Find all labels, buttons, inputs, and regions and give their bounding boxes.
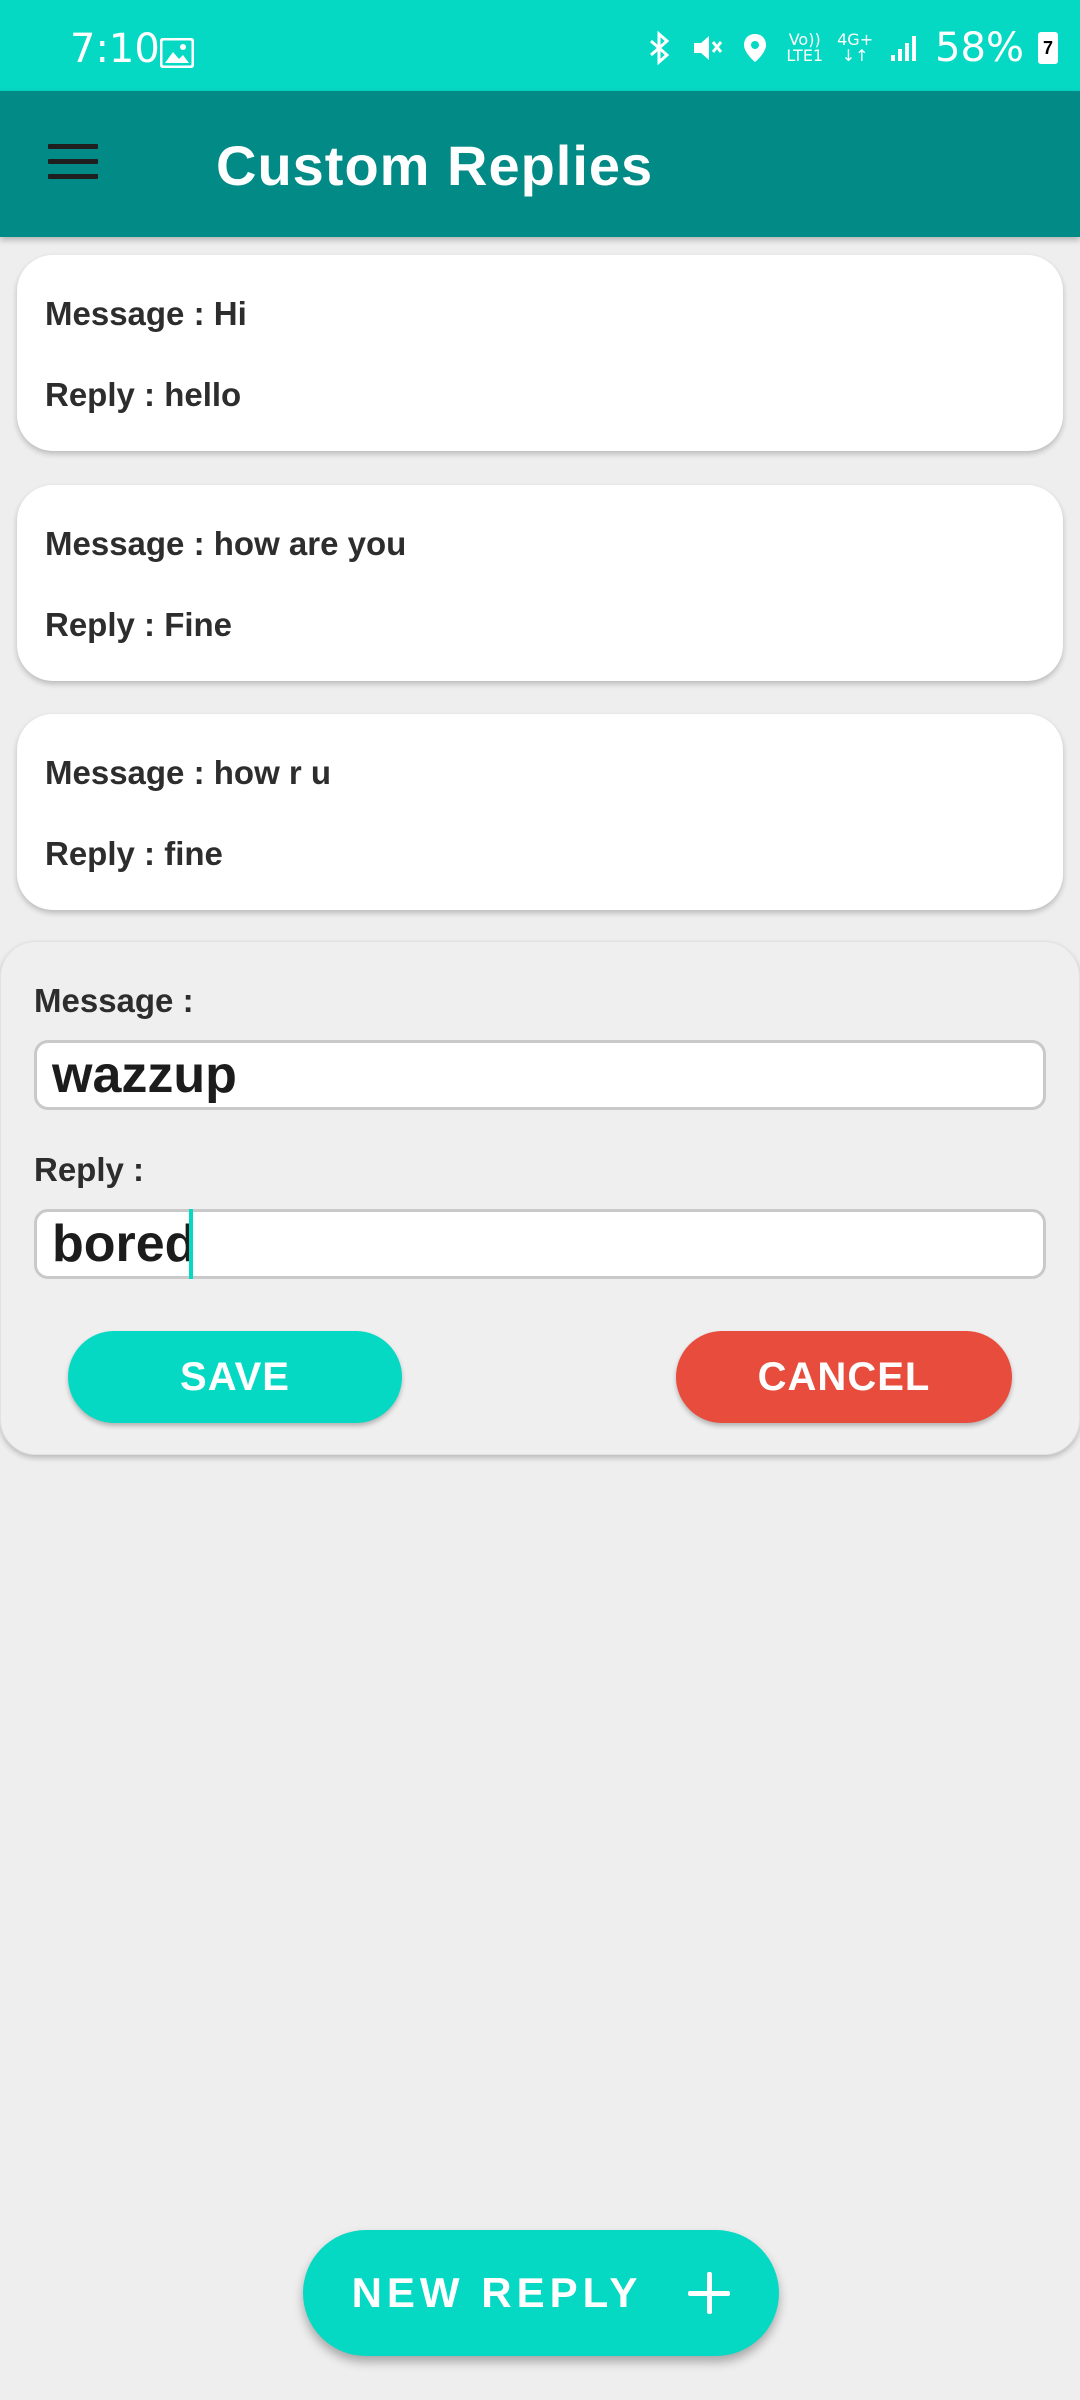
- battery-percent: 58%: [935, 25, 1024, 71]
- card-message-line: Message : Hi: [45, 295, 247, 333]
- plus-icon: [688, 2272, 731, 2314]
- card-message-text: Hi: [213, 295, 247, 332]
- card-message-text: how are you: [213, 525, 407, 562]
- status-time: 7:10: [70, 26, 160, 72]
- mute-icon: [694, 36, 723, 60]
- bluetooth-icon: [650, 31, 670, 65]
- card-reply-line: Reply : fine: [45, 835, 223, 873]
- network-type: 4G+ ↓↑: [837, 30, 874, 65]
- card-message-label: Message :: [45, 295, 214, 332]
- message-input[interactable]: [34, 1040, 1046, 1110]
- volte-indicator: Vo)) LTE1: [786, 30, 824, 65]
- reply-card[interactable]: Message : how are you Reply : Fine: [17, 485, 1063, 681]
- new-reply-label: NEW REPLY: [351, 2269, 643, 2316]
- new-reply-button[interactable]: NEW REPLY: [303, 2230, 779, 2356]
- message-field-label: Message :: [34, 982, 194, 1019]
- gallery-icon: [160, 38, 194, 68]
- battery-icon: 7: [1038, 32, 1058, 64]
- app-bar: Custom Replies: [0, 91, 1080, 237]
- card-reply-line: Reply : Fine: [45, 606, 232, 644]
- card-reply-text: fine: [164, 835, 223, 872]
- reply-card[interactable]: Message : Hi Reply : hello: [17, 255, 1063, 451]
- card-message-line: Message : how r u: [45, 754, 331, 792]
- card-message-line: Message : how are you: [45, 525, 406, 563]
- hamburger-menu-icon[interactable]: [48, 144, 98, 180]
- card-message-text: how r u: [213, 754, 332, 791]
- page-title: Custom Replies: [216, 134, 654, 197]
- location-icon: [744, 34, 767, 62]
- save-button[interactable]: SAVE: [68, 1331, 402, 1423]
- status-bar: 7:10 Vo)) LTE1 4G+ ↓↑ 58% 7: [0, 0, 1080, 91]
- card-reply-line: Reply : hello: [45, 376, 241, 414]
- text-cursor: [189, 1209, 193, 1279]
- card-reply-text: hello: [164, 376, 242, 413]
- reply-input[interactable]: [34, 1209, 1046, 1279]
- cancel-button[interactable]: CANCEL: [676, 1331, 1012, 1423]
- card-reply-label: Reply :: [45, 606, 165, 643]
- card-reply-text: Fine: [164, 606, 233, 643]
- card-reply-label: Reply :: [45, 835, 165, 872]
- reply-field-label: Reply :: [34, 1151, 145, 1188]
- signal-icon: [891, 36, 917, 61]
- reply-card[interactable]: Message : how r u Reply : fine: [17, 714, 1063, 910]
- card-message-label: Message :: [45, 525, 214, 562]
- card-reply-label: Reply :: [45, 376, 165, 413]
- status-icons: Vo)) LTE1 4G+ ↓↑ 58% 7: [642, 25, 1058, 71]
- card-message-label: Message :: [45, 754, 214, 791]
